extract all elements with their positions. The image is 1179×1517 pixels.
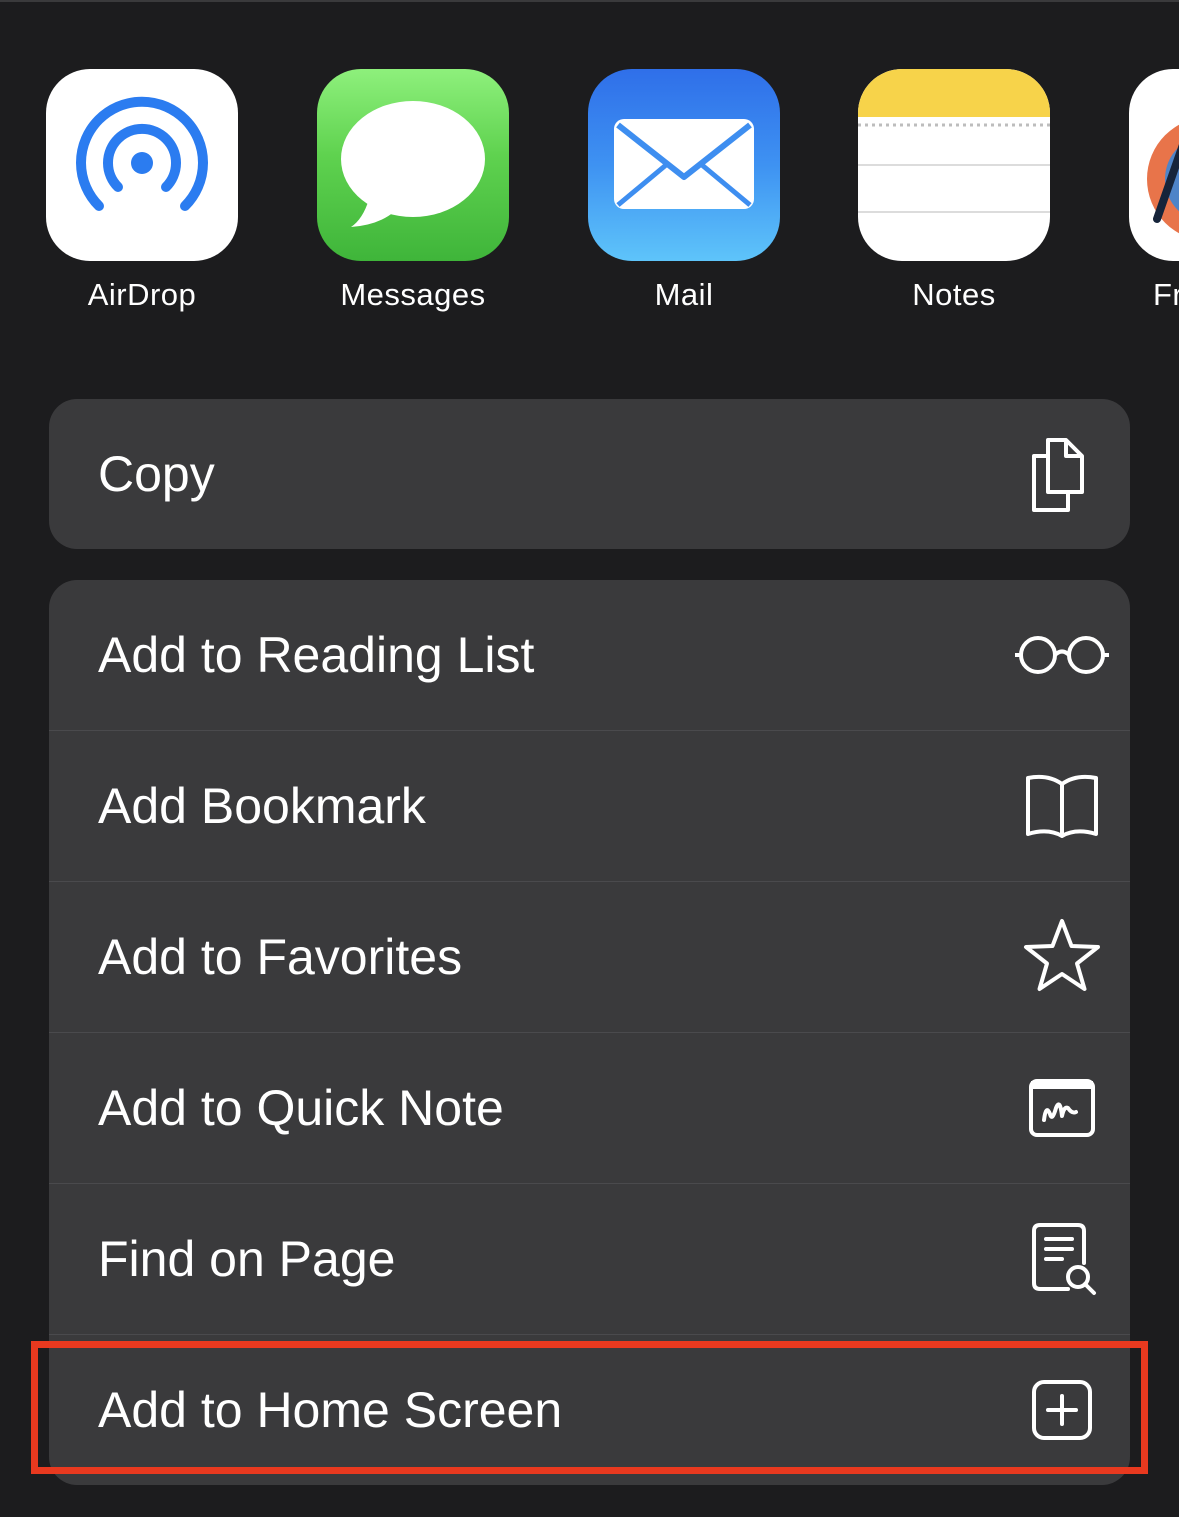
airdrop-icon [46,69,238,261]
app-label-airdrop: AirDrop [87,277,197,312]
mail-icon [588,69,780,261]
copy-group: Copy [49,399,1130,549]
app-mail[interactable]: Mail [588,69,780,312]
highlight-box [31,1341,1148,1474]
app-label-partial: Fr [1153,277,1179,312]
partial-app-icon [1129,69,1179,261]
favorites-row[interactable]: Add to Favorites [49,882,1130,1032]
app-airdrop[interactable]: AirDrop [46,69,238,312]
find-on-page-row[interactable]: Find on Page [49,1184,1130,1334]
quick-note-label: Add to Quick Note [98,1080,504,1136]
find-on-page-label: Find on Page [98,1231,396,1287]
book-icon [1022,766,1102,846]
copy-row[interactable]: Copy [49,399,1130,549]
star-icon [1022,917,1102,997]
app-share-row: AirDrop Messages Mail Notes Fr [0,0,1179,360]
bookmark-label: Add Bookmark [98,778,426,834]
app-notes[interactable]: Notes [858,69,1050,312]
messages-icon [317,69,509,261]
app-messages[interactable]: Messages [317,69,509,312]
app-partial[interactable]: Fr [1129,69,1179,312]
bookmark-row[interactable]: Add Bookmark [49,731,1130,881]
notes-icon [858,69,1050,261]
quick-note-row[interactable]: Add to Quick Note [49,1033,1130,1183]
copy-icon [1022,434,1102,514]
quick-note-icon [1022,1068,1102,1148]
app-label-notes: Notes [912,277,996,312]
app-label-messages: Messages [340,277,486,312]
app-label-mail: Mail [654,277,714,312]
find-on-page-icon [1022,1219,1102,1299]
reading-list-label: Add to Reading List [98,627,535,683]
glasses-icon [1012,615,1112,695]
favorites-label: Add to Favorites [98,929,463,985]
copy-label: Copy [98,446,215,502]
reading-list-row[interactable]: Add to Reading List [49,580,1130,730]
